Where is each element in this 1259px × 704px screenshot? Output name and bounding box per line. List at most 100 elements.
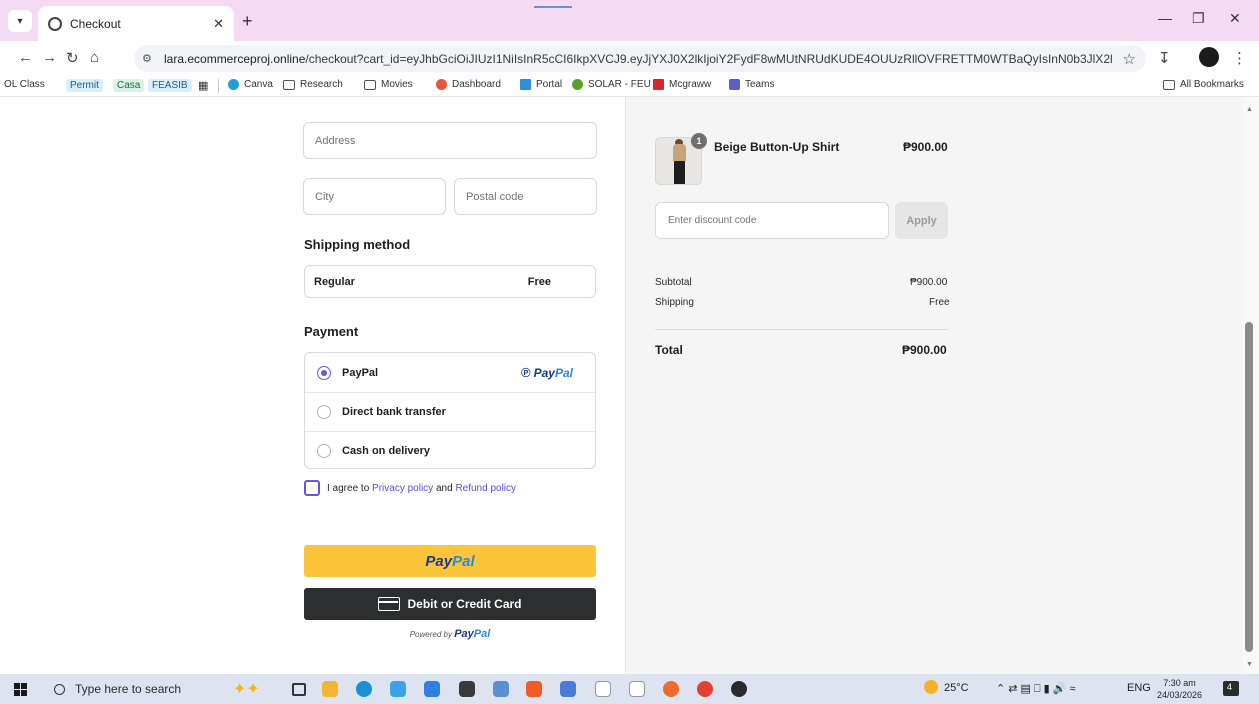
scroll-up-icon[interactable]: ▲ bbox=[1246, 106, 1253, 113]
close-window-button[interactable]: ✕ bbox=[1229, 10, 1241, 27]
temperature[interactable]: 25°C bbox=[944, 682, 969, 694]
firefox-icon[interactable] bbox=[663, 681, 679, 697]
payment-option-label: Cash on delivery bbox=[342, 445, 431, 457]
profile-avatar[interactable] bbox=[1199, 47, 1219, 67]
payment-option-cash-on-delivery[interactable]: Cash on delivery bbox=[305, 431, 595, 470]
refund-policy-link[interactable]: Refund policy bbox=[455, 483, 516, 494]
new-tab-button[interactable]: + bbox=[242, 11, 253, 32]
product-price: ₱900.00 bbox=[903, 140, 948, 154]
order-summary-pane bbox=[625, 97, 1243, 674]
download-icon[interactable]: ↧ bbox=[1158, 49, 1171, 67]
total-value: ₱900.00 bbox=[902, 343, 947, 357]
payment-option-paypal[interactable]: PayPal ℗ Pay Pal bbox=[305, 353, 595, 392]
shipping-method-heading: Shipping method bbox=[304, 237, 411, 252]
bookmark-portal[interactable]: Portal bbox=[520, 79, 562, 90]
bookmark-solar-feu[interactable]: SOLAR - FEU bbox=[572, 79, 651, 90]
windows-start-icon[interactable] bbox=[14, 683, 27, 696]
payment-option-bank-transfer[interactable]: Direct bank transfer bbox=[305, 392, 595, 431]
paypal-checkout-button[interactable]: Pay Pal bbox=[304, 545, 596, 577]
folder-icon bbox=[364, 79, 376, 90]
shipping-option-regular[interactable]: Regular Free bbox=[304, 265, 596, 298]
solar-icon bbox=[572, 79, 583, 90]
privacy-policy-link[interactable]: Privacy policy bbox=[372, 483, 433, 494]
maximize-button[interactable]: ❐ bbox=[1192, 10, 1205, 27]
bookmark-permit[interactable]: Permit bbox=[66, 79, 103, 92]
file-explorer-icon[interactable] bbox=[322, 681, 338, 697]
shipping-value: Free bbox=[929, 297, 950, 308]
quantity-badge: 1 bbox=[691, 133, 707, 149]
tray-icons[interactable]: ⌃ ⇄ ▤ ⎕ ▮ 🔊 ≈ bbox=[996, 682, 1076, 696]
document-icon[interactable] bbox=[595, 681, 611, 697]
bookmark-mcgraww[interactable]: Mcgraww bbox=[653, 79, 711, 90]
windows-tiles-icon bbox=[520, 79, 531, 90]
tab-drag-indicator bbox=[534, 6, 572, 8]
language-indicator[interactable]: ENG bbox=[1127, 682, 1151, 694]
weather-icon[interactable] bbox=[924, 680, 938, 694]
brave-icon[interactable] bbox=[526, 681, 542, 697]
taskbar-search[interactable]: Type here to search bbox=[44, 674, 215, 704]
camera-icon[interactable] bbox=[459, 681, 475, 697]
edge-icon[interactable] bbox=[356, 681, 372, 697]
tab-checkout[interactable]: Checkout ✕ bbox=[38, 6, 234, 41]
summary-divider bbox=[655, 329, 948, 330]
bookmark-feasib[interactable]: FEASIB bbox=[148, 79, 192, 92]
address-field[interactable]: Address bbox=[303, 122, 597, 159]
clock[interactable]: 7:30 am 24/03/2026 bbox=[1157, 677, 1202, 701]
url-text[interactable]: lara.ecommerceproj.online/checkout?cart_… bbox=[164, 52, 1113, 66]
debit-credit-card-button[interactable]: Debit or Credit Card bbox=[304, 588, 596, 620]
address-bar[interactable]: ⚙ lara.ecommerceproj.online/checkout?car… bbox=[134, 45, 1146, 72]
discount-code-input[interactable]: Enter discount code bbox=[655, 202, 889, 239]
city-field[interactable]: City bbox=[303, 178, 446, 215]
all-bookmarks[interactable]: All Bookmarks bbox=[1163, 79, 1244, 90]
bookmark-star-icon[interactable]: ☆ bbox=[1123, 50, 1136, 68]
tab-search-chevron-icon[interactable]: ▾ bbox=[8, 10, 32, 32]
apply-discount-button[interactable]: Apply bbox=[895, 202, 948, 239]
bookmarks-bar: OL Class Permit Casa FEASIB ▦ Canva Rese… bbox=[0, 75, 1259, 97]
app-icon[interactable] bbox=[493, 681, 509, 697]
product-name: Beige Button-Up Shirt bbox=[714, 140, 840, 154]
bookmark-research[interactable]: Research bbox=[283, 79, 343, 90]
terms-checkbox[interactable] bbox=[304, 480, 320, 496]
document-icon[interactable] bbox=[629, 681, 645, 697]
scroll-down-icon[interactable]: ▼ bbox=[1246, 661, 1253, 668]
back-button[interactable]: ← bbox=[18, 49, 33, 66]
menu-dots-icon[interactable]: ⋮ bbox=[1232, 49, 1247, 67]
bookmark-movies[interactable]: Movies bbox=[364, 79, 413, 90]
tab-close-icon[interactable]: ✕ bbox=[213, 16, 224, 32]
powered-by-paypal: Powered by PayPal bbox=[409, 628, 491, 640]
bookmark-canva[interactable]: Canva bbox=[228, 79, 273, 90]
chrome-icon[interactable] bbox=[697, 681, 713, 697]
scrollbar-thumb[interactable] bbox=[1245, 322, 1253, 652]
apps-grid-icon[interactable]: ▦ bbox=[198, 79, 208, 92]
task-view-icon[interactable] bbox=[292, 683, 306, 696]
outlook-icon[interactable] bbox=[424, 681, 440, 697]
copilot-sparkle-icon[interactable]: ✦✦ bbox=[233, 679, 260, 699]
radio-paypal[interactable] bbox=[317, 365, 331, 380]
minimize-button[interactable]: — bbox=[1158, 10, 1172, 26]
bookmark-teams[interactable]: Teams bbox=[729, 79, 774, 90]
total-label: Total bbox=[655, 343, 683, 357]
reload-button[interactable]: ↻ bbox=[66, 49, 79, 67]
shipping-option-name: Regular bbox=[314, 275, 355, 288]
notification-icon[interactable]: 4 bbox=[1223, 681, 1239, 696]
payment-option-label: Direct bank transfer bbox=[342, 406, 446, 418]
subtotal-value: ₱900.00 bbox=[910, 277, 948, 288]
radio-bank-transfer[interactable] bbox=[317, 405, 331, 419]
chrome-profile-icon[interactable] bbox=[731, 681, 747, 697]
payment-options: PayPal ℗ Pay Pal Direct bank transfer Cash… bbox=[304, 352, 596, 469]
bookmark-casa[interactable]: Casa bbox=[113, 79, 145, 92]
store-icon[interactable] bbox=[390, 681, 406, 697]
shipping-option-price: Free bbox=[527, 275, 551, 288]
bookmark-separator bbox=[218, 79, 219, 93]
app-icon[interactable] bbox=[560, 681, 576, 697]
site-info-icon[interactable]: ⚙ bbox=[142, 52, 156, 65]
postal-code-field[interactable]: Postal code bbox=[454, 178, 597, 215]
bookmark-ol-class[interactable]: OL Class bbox=[4, 79, 45, 90]
bookmark-dashboard[interactable]: Dashboard bbox=[436, 79, 501, 90]
home-button[interactable]: ⌂ bbox=[90, 49, 99, 66]
folder-icon bbox=[1163, 79, 1175, 90]
subtotal-label: Subtotal bbox=[655, 277, 692, 288]
payment-heading: Payment bbox=[304, 324, 359, 339]
forward-button[interactable]: → bbox=[42, 49, 57, 66]
radio-cash-on-delivery[interactable] bbox=[317, 444, 331, 458]
